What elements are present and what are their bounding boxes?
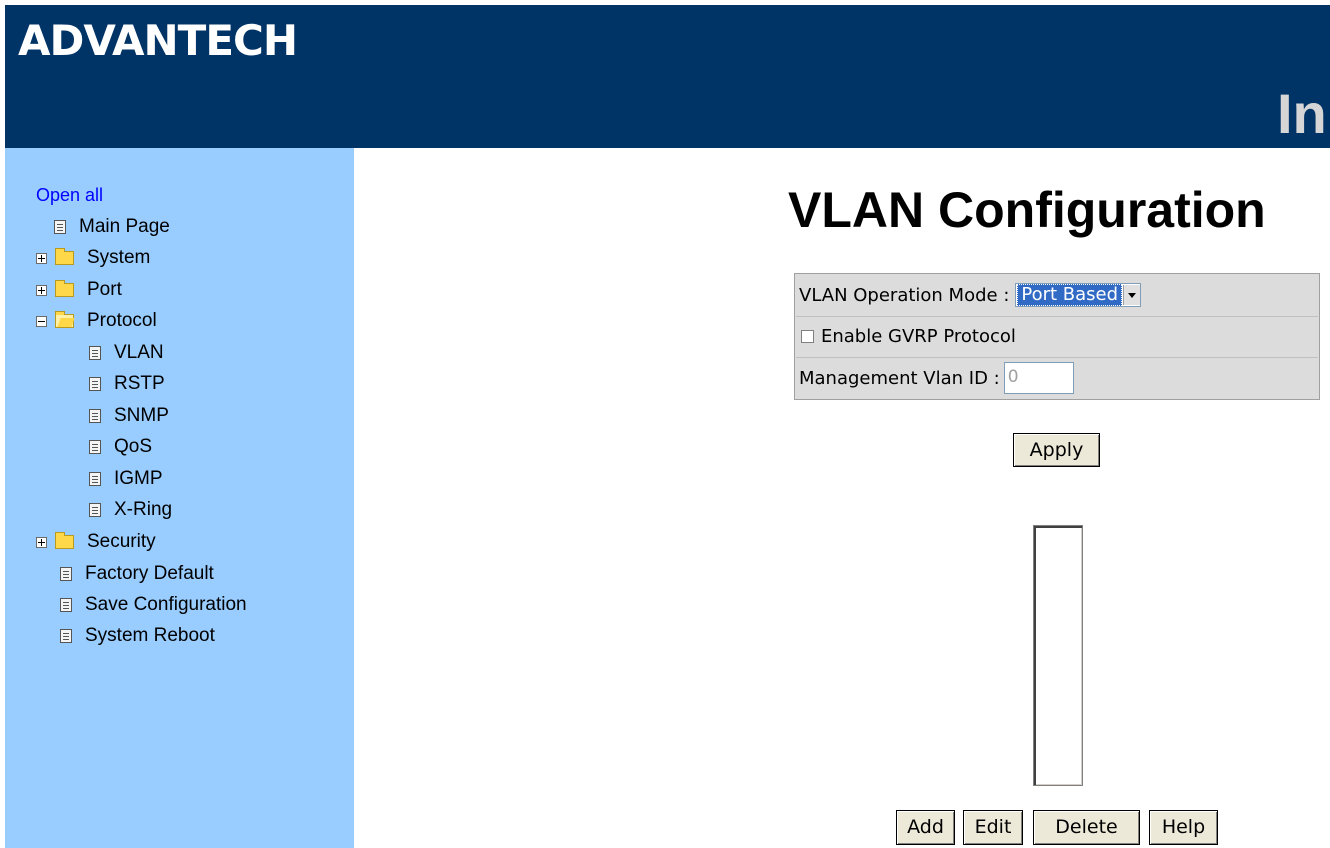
- sidebar-item-label: Save Configuration: [85, 594, 247, 615]
- advantech-logo: ADVANTECH: [18, 16, 298, 65]
- sidebar-item-label: Main Page: [79, 216, 170, 237]
- sidebar-item-igmp[interactable]: IGMP: [89, 467, 163, 491]
- page-icon: [89, 503, 101, 517]
- open-all-link[interactable]: Open all: [36, 185, 103, 206]
- chevron-down-icon[interactable]: [1123, 285, 1141, 305]
- page-icon: [89, 346, 101, 360]
- sidebar-item-qos[interactable]: QoS: [89, 435, 152, 459]
- gvrp-checkbox[interactable]: [801, 330, 814, 343]
- page-icon: [60, 567, 72, 581]
- header-title: In: [1277, 82, 1327, 145]
- sidebar-item-rstp[interactable]: RSTP: [89, 372, 165, 396]
- help-button[interactable]: Help: [1149, 810, 1218, 845]
- sidebar-item-protocol[interactable]: Protocol: [36, 309, 157, 333]
- operation-mode-label: VLAN Operation Mode :: [799, 284, 1010, 306]
- sidebar-item-label: Security: [87, 531, 156, 552]
- sidebar-item-label: QoS: [114, 436, 153, 457]
- folder-open-icon: [55, 311, 74, 328]
- folder-icon: [55, 280, 74, 297]
- sidebar-item-label: Protocol: [87, 310, 157, 331]
- header-banner: ADVANTECH In: [5, 5, 1330, 148]
- management-vlan-input[interactable]: 0: [1003, 362, 1074, 394]
- gvrp-label: Enable GVRP Protocol: [821, 326, 1016, 347]
- page-icon: [60, 598, 72, 612]
- sidebar-item-factory-default[interactable]: Factory Default: [60, 562, 214, 586]
- sidebar-tree: Open all Main Page System Port Protocol …: [5, 148, 354, 848]
- sidebar-item-label: RSTP: [114, 373, 165, 394]
- page-icon: [89, 377, 101, 391]
- sidebar-item-security[interactable]: Security: [36, 530, 156, 554]
- sidebar-item-system[interactable]: System: [36, 246, 150, 270]
- management-vlan-row: Management Vlan ID : 0: [796, 357, 1318, 398]
- collapse-minus-icon[interactable]: [36, 315, 47, 327]
- edit-button[interactable]: Edit: [963, 810, 1023, 845]
- sidebar-item-label: X-Ring: [114, 499, 173, 520]
- sidebar-item-save-configuration[interactable]: Save Configuration: [60, 593, 247, 617]
- sidebar-item-label: SNMP: [114, 405, 169, 426]
- expand-plus-icon[interactable]: [36, 284, 47, 296]
- vlan-config-table: VLAN Operation Mode : Port Based Enable …: [794, 273, 1320, 400]
- gvrp-row: Enable GVRP Protocol: [796, 316, 1318, 356]
- sidebar-item-port[interactable]: Port: [36, 278, 122, 302]
- sidebar-item-label: System: [87, 247, 151, 268]
- expand-plus-icon[interactable]: [36, 536, 47, 548]
- sidebar-item-label: VLAN: [114, 342, 164, 363]
- folder-icon: [55, 248, 74, 265]
- sidebar-item-snmp[interactable]: SNMP: [89, 404, 169, 428]
- management-vlan-label: Management Vlan ID :: [799, 367, 1000, 389]
- page-icon: [89, 440, 101, 454]
- delete-button[interactable]: Delete: [1033, 810, 1140, 845]
- sidebar-item-label: Port: [87, 279, 122, 300]
- operation-mode-select[interactable]: Port Based: [1015, 283, 1142, 307]
- sidebar-item-system-reboot[interactable]: System Reboot: [60, 624, 215, 648]
- apply-button[interactable]: Apply: [1013, 433, 1100, 467]
- page-icon: [54, 220, 66, 234]
- page-title: VLAN Configuration: [788, 182, 1266, 238]
- sidebar-item-main-page[interactable]: Main Page: [54, 215, 170, 239]
- page-icon: [60, 629, 72, 643]
- sidebar-item-x-ring[interactable]: X-Ring: [89, 498, 172, 522]
- folder-icon: [55, 532, 74, 549]
- page-icon: [89, 472, 101, 486]
- sidebar-item-label: Factory Default: [85, 563, 214, 584]
- operation-mode-value: Port Based: [1017, 284, 1123, 306]
- page-icon: [89, 409, 101, 423]
- sidebar-item-label: System Reboot: [85, 625, 215, 646]
- operation-mode-row: VLAN Operation Mode : Port Based: [796, 275, 1318, 315]
- app-window: ADVANTECH In Open all Main Page System P…: [0, 0, 1330, 848]
- sidebar-item-label: IGMP: [114, 468, 163, 489]
- sidebar-item-vlan[interactable]: VLAN: [89, 341, 164, 365]
- add-button[interactable]: Add: [896, 810, 955, 845]
- vlan-listbox[interactable]: [1033, 525, 1083, 786]
- expand-plus-icon[interactable]: [36, 252, 47, 264]
